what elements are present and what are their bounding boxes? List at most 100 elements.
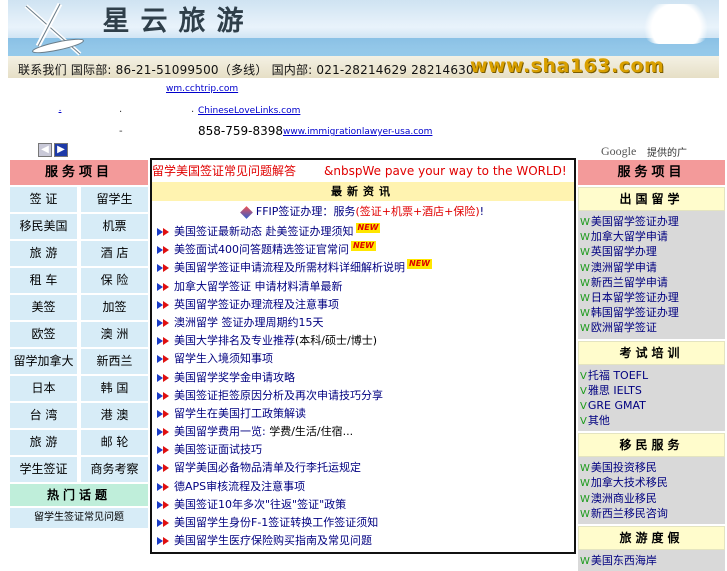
- service-link[interactable]: 酒 店: [81, 241, 148, 266]
- news-item[interactable]: 美国留学费用一览: 学费/生活/住宿...: [157, 423, 574, 441]
- right-list-item[interactable]: W澳洲商业移民: [580, 491, 725, 506]
- news-item[interactable]: 加拿大留学签证 申请材料清单最新: [157, 278, 574, 296]
- service-link[interactable]: 韩 国: [81, 376, 148, 401]
- service-link[interactable]: 旅 游: [10, 430, 77, 455]
- news-title: 美国留学签证申请流程及所需材料详细解析说明: [174, 261, 405, 275]
- right-list-item[interactable]: W澳洲留学申请: [580, 260, 725, 275]
- right-list-item[interactable]: V托福 TOEFL: [580, 368, 725, 383]
- news-item[interactable]: 美国留学生身份F-1签证转换工作签证须知: [157, 514, 574, 532]
- ad-title-link-1[interactable]: [39, 82, 65, 92]
- right-list-item[interactable]: W韩国留学签证办理: [580, 305, 725, 320]
- news-item[interactable]: 美国签证最新动态 赴美签证办理须知 NEW: [157, 223, 574, 241]
- ad-title-link-3[interactable]: [39, 124, 83, 134]
- featured-item[interactable]: FFIP签证办理：服务(签证+机票+酒店+保险)!: [152, 201, 574, 223]
- right-item-label: 美国留学签证办理: [590, 215, 679, 228]
- news-item[interactable]: 留学生在美国打工政策解读: [157, 405, 574, 423]
- news-item[interactable]: 英国留学签证办理流程及注意事项: [157, 296, 574, 314]
- right-list-item[interactable]: W美国投资移民: [580, 460, 725, 475]
- service-link[interactable]: 留学生: [81, 187, 148, 212]
- right-item-label: 新西兰移民咨询: [590, 506, 668, 520]
- news-section-header: 最新资讯: [152, 182, 574, 201]
- service-link[interactable]: 租 车: [10, 268, 77, 293]
- ad-link-1[interactable]: wm.cchtrip.com: [166, 84, 238, 94]
- right-list-item[interactable]: VGRE GMAT: [580, 398, 725, 413]
- featured-suffix: !: [479, 205, 485, 218]
- ad-link-2[interactable]: ChineseLoveLinks.com: [198, 106, 300, 116]
- bullet-icon: W: [580, 478, 590, 490]
- banner-cloud: [639, 4, 713, 44]
- news-list: 美国签证最新动态 赴美签证办理须知 NEW 美签面试400问答题精选签证官常问 NEW…: [152, 223, 574, 550]
- service-link[interactable]: 留学加拿大: [10, 349, 77, 374]
- site-url-logo[interactable]: www.sha163.com: [470, 55, 664, 77]
- right-section-title: 出国留学: [578, 187, 725, 211]
- right-item-label: 韩国留学签证办理: [590, 306, 679, 320]
- service-link[interactable]: 商务考察: [81, 457, 148, 482]
- news-item[interactable]: 留学美国必备物品清单及行李托运规定: [157, 459, 574, 477]
- ad-link-3[interactable]: www.immigrationlawyer-usa.com: [283, 127, 432, 137]
- right-list-item[interactable]: W欧洲留学签证: [580, 320, 725, 335]
- contact-info: 联系我们 国际部: 86-21-51099500（多线） 国内部: 021-28…: [18, 63, 474, 77]
- right-list-item[interactable]: W加拿大技术移民: [580, 475, 725, 490]
- service-link[interactable]: 美签: [10, 295, 77, 320]
- right-list-item[interactable]: V其他: [580, 413, 725, 428]
- news-item[interactable]: 留学生入境须知事项: [157, 350, 574, 368]
- service-link[interactable]: 机票: [81, 214, 148, 239]
- service-link[interactable]: 邮 轮: [81, 430, 148, 455]
- new-badge-icon: NEW: [355, 223, 381, 233]
- bullet-icon: V: [580, 416, 587, 428]
- news-title: 美国留学生医疗保险购买指南及常见问题: [174, 534, 372, 548]
- main-content: 留学美国签证常见问题解答 &nbspWe pave your way to the…: [150, 158, 576, 554]
- news-item[interactable]: 澳洲留学 签证办理周期约15天: [157, 314, 574, 332]
- service-link[interactable]: 签 证: [10, 187, 77, 212]
- news-item[interactable]: 美国留学签证申请流程及所需材料详细解析说明 NEW: [157, 259, 574, 277]
- right-item-label: 美国东西海岸: [590, 554, 657, 567]
- logo-char-3: 旅: [178, 6, 206, 37]
- service-link[interactable]: 日本: [10, 376, 77, 401]
- news-title: 留学美国必备物品清单及行李托运规定: [174, 461, 361, 475]
- bullet-icon: W: [580, 247, 590, 259]
- diamond-icon: [240, 205, 253, 219]
- right-item-label: 澳洲商业移民: [590, 491, 657, 505]
- service-link[interactable]: 澳 洲: [81, 322, 148, 347]
- news-item[interactable]: 美签面试400问答题精选签证官常问 NEW: [157, 241, 574, 259]
- double-arrow-icon: [157, 427, 171, 437]
- right-list-item[interactable]: W美国东西海岸: [580, 553, 725, 568]
- ad-title-link-2[interactable]: .: [39, 104, 81, 114]
- right-list-item[interactable]: W新西兰留学申请: [580, 275, 725, 290]
- service-link[interactable]: 港 澳: [81, 403, 148, 428]
- news-title: 美国留学生身份F-1签证转换工作签证须知: [174, 516, 379, 529]
- service-link[interactable]: 移民美国: [10, 214, 77, 239]
- double-arrow-icon: [157, 300, 171, 310]
- double-arrow-icon: [157, 445, 171, 455]
- news-item[interactable]: 美国留学奖学金申请攻略: [157, 369, 574, 387]
- right-list-item[interactable]: W英国留学办理: [580, 244, 725, 259]
- scrolling-marquee: 留学美国签证常见问题解答 &nbspWe pave your way to the…: [152, 160, 574, 182]
- google-logo[interactable]: Google: [601, 144, 636, 159]
- service-link[interactable]: 学生签证: [10, 457, 77, 482]
- news-item[interactable]: 美国签证拒签原因分析及再次申请技巧分享: [157, 387, 574, 405]
- service-link[interactable]: 保 险: [81, 268, 148, 293]
- news-item[interactable]: 美国大学排名及专业推荐(本科/硕士/博士): [157, 332, 574, 350]
- news-title: 美国签证最新动态 赴美签证办理须知: [174, 225, 354, 238]
- right-list-item[interactable]: W加拿大留学申请: [580, 229, 725, 244]
- right-item-label: 欧洲留学签证: [590, 321, 657, 335]
- service-link[interactable]: 新西兰: [81, 349, 148, 374]
- ad-prev-button[interactable]: ◀: [38, 143, 52, 157]
- service-link[interactable]: 欧签: [10, 322, 77, 347]
- service-link[interactable]: 加签: [81, 295, 148, 320]
- ad-next-button[interactable]: ▶: [54, 143, 68, 157]
- news-item[interactable]: 美国签证面试技巧: [157, 441, 574, 459]
- right-list-item[interactable]: W新西兰移民咨询: [580, 506, 725, 521]
- airplane-logo-icon: [24, 2, 84, 56]
- double-arrow-icon: [157, 500, 171, 510]
- service-link[interactable]: 台 湾: [10, 403, 77, 428]
- news-title: 德APS审核流程及注意事项: [174, 479, 306, 493]
- hot-topic-link[interactable]: 留学生签证常见问题: [10, 508, 148, 528]
- right-list-item[interactable]: W日本留学签证办理: [580, 290, 725, 305]
- right-list-item[interactable]: V雅思 IELTS: [580, 383, 725, 398]
- news-item[interactable]: 德APS审核流程及注意事项: [157, 478, 574, 496]
- news-item[interactable]: 美国留学生医疗保险购买指南及常见问题: [157, 532, 574, 550]
- service-link[interactable]: 旅 游: [10, 241, 77, 266]
- news-item[interactable]: 美国签证10年多次"往返"签证"政策: [157, 496, 574, 514]
- right-list-item[interactable]: W美国留学签证办理: [580, 214, 725, 229]
